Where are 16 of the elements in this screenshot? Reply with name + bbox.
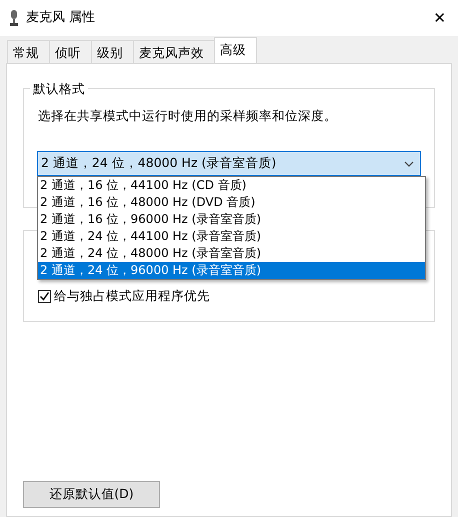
tab[interactable]: 高级: [214, 37, 257, 63]
checkbox[interactable]: [38, 290, 51, 303]
format-dropdown[interactable]: 2 通道，24 位，48000 Hz (录音室音质): [37, 151, 421, 176]
chevron-down-icon: [404, 160, 414, 166]
dropdown-option[interactable]: 2 通道，24 位，48000 Hz (录音室音质): [38, 245, 425, 262]
dropdown-option[interactable]: 2 通道，24 位，96000 Hz (录音室音质): [38, 262, 425, 279]
dropdown-option[interactable]: 2 通道，16 位，44100 Hz (CD 音质): [38, 177, 425, 194]
tab[interactable]: 常规: [7, 40, 50, 63]
microphone-icon: [10, 10, 18, 26]
dropdown-option[interactable]: 2 通道，24 位，44100 Hz (录音室音质): [38, 228, 425, 245]
checkbox-label: 给与独占模式应用程序优先: [54, 287, 210, 305]
dropdown-option[interactable]: 2 通道，16 位，48000 Hz (DVD 音质): [38, 194, 425, 211]
window-title: 麦克风 属性: [26, 9, 96, 28]
restore-defaults-button[interactable]: 还原默认值(D): [23, 481, 160, 508]
close-button[interactable]: ✕: [429, 6, 450, 30]
dropdown-option[interactable]: 2 通道，16 位，96000 Hz (录音室音质): [38, 211, 425, 228]
